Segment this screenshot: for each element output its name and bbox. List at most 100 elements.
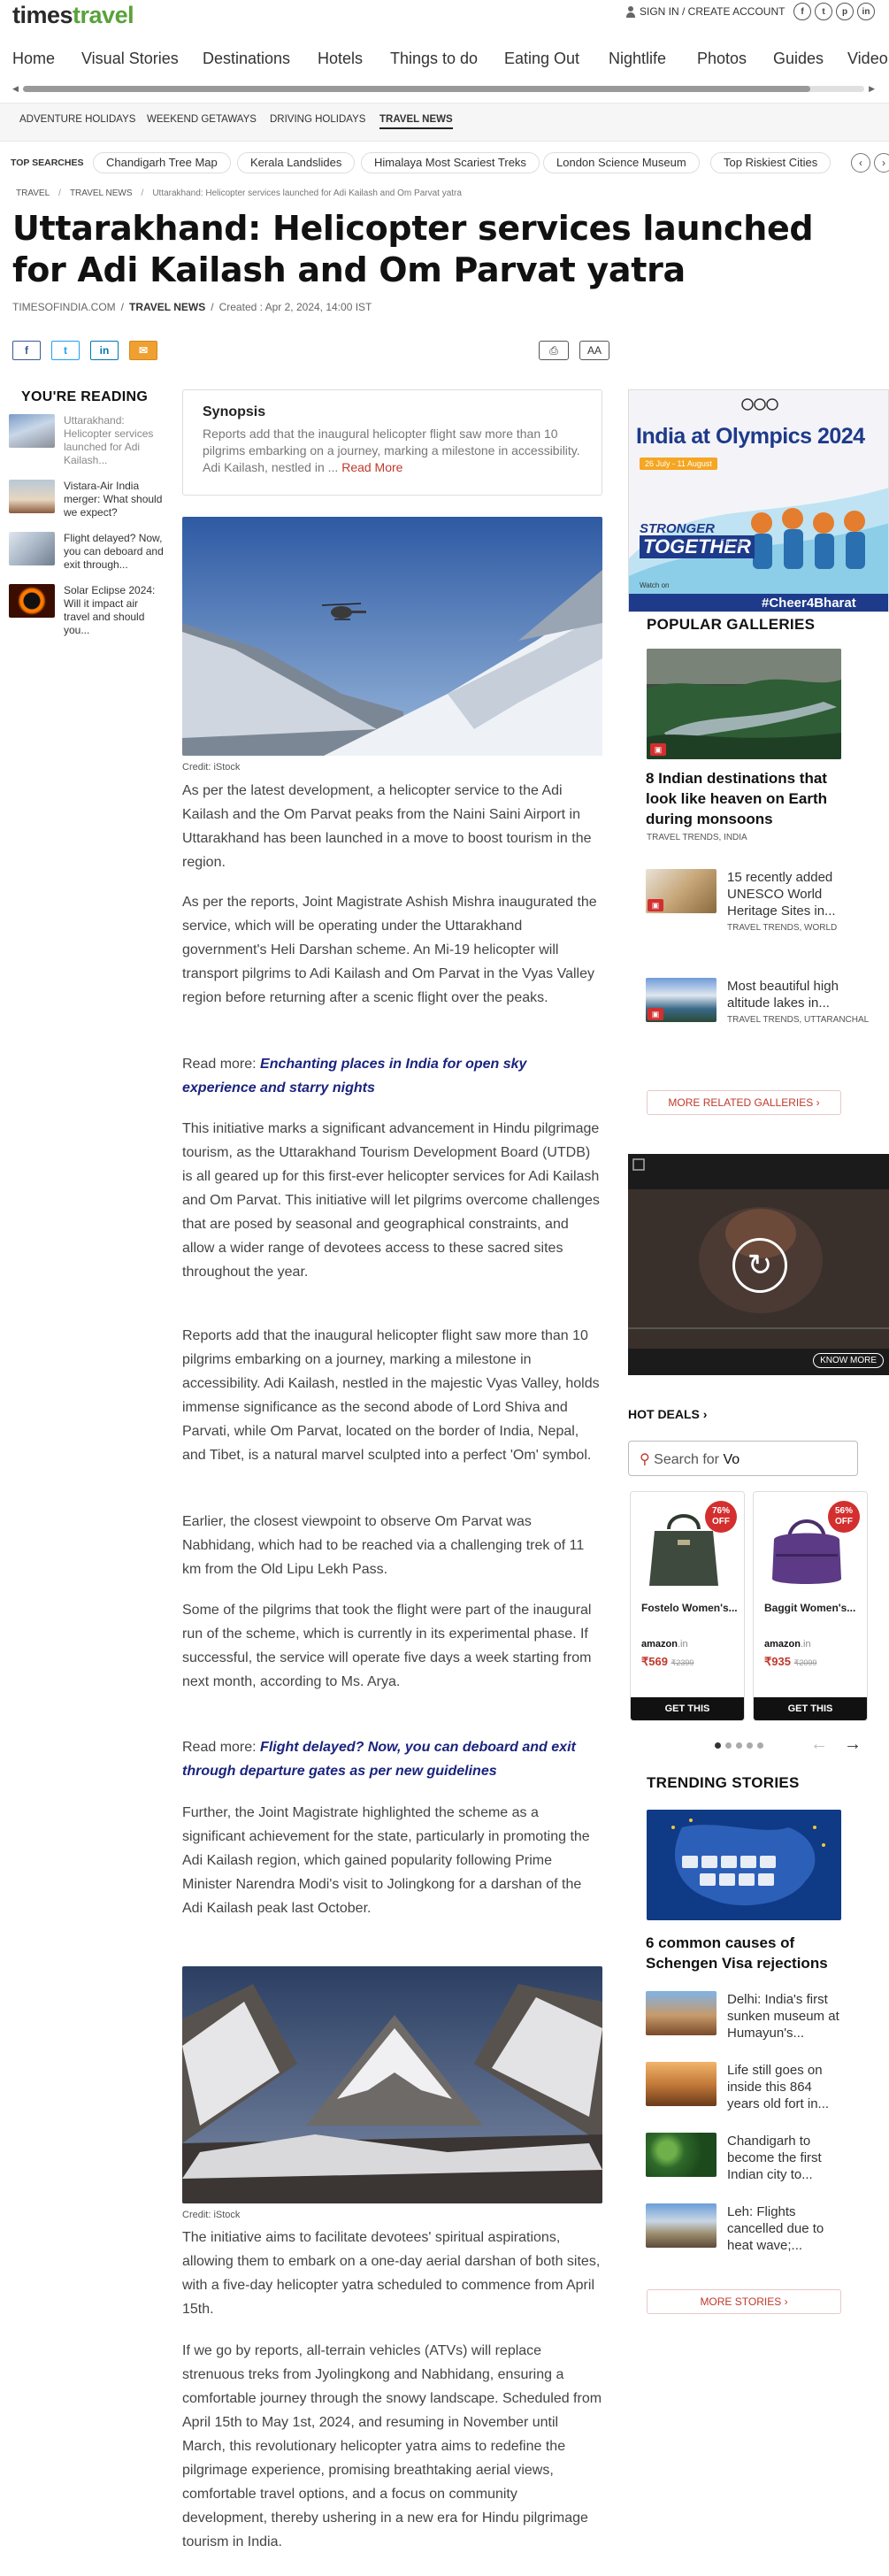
read-more-2: Read more: Flight delayed? Now, you can … — [182, 1735, 602, 1783]
gallery-thumbnail: ▣ — [646, 978, 717, 1022]
hot-deals-title[interactable]: HOT DEALS › — [628, 1407, 707, 1421]
pinterest-icon[interactable]: p — [836, 3, 854, 20]
twitter-share-icon[interactable]: t — [51, 341, 80, 360]
know-more-button[interactable]: KNOW MORE — [813, 1353, 884, 1368]
scroll-right-icon[interactable]: ▶ — [869, 84, 875, 94]
carousel-dot[interactable] — [757, 1742, 763, 1749]
article-tools: ⎙ AA — [539, 341, 609, 360]
chevron-right-icon[interactable]: › — [874, 153, 889, 173]
arrow-left-icon[interactable]: ← — [810, 1734, 828, 1755]
deal-price: ₹569 — [641, 1655, 668, 1668]
nav-item-video[interactable]: Video — [847, 50, 888, 68]
scroll-left-icon[interactable]: ◀ — [12, 84, 19, 94]
gallery-big-title[interactable]: 8 Indian destinations that look like hea… — [646, 768, 845, 829]
social-links: f t p in — [793, 3, 875, 20]
page-title: Uttarakhand: Helicopter services launche… — [12, 209, 814, 289]
nav-item-guides[interactable]: Guides — [773, 50, 824, 68]
reading-item-title: Uttarakhand: Helicopter services launche… — [64, 414, 154, 466]
olympics-hashtag-small: #Tiranga — [717, 539, 746, 547]
facebook-icon[interactable]: f — [793, 3, 811, 20]
olympics-ad[interactable]: India at Olympics 2024 26 July - 11 Augu… — [628, 389, 889, 612]
twitter-icon[interactable]: t — [815, 3, 832, 20]
gallery-big-image[interactable]: ▣ — [647, 649, 841, 759]
search-chip[interactable]: Himalaya Most Scariest Treks — [361, 152, 540, 173]
trending-item[interactable]: Leh: Flights cancelled due to heat wave;… — [646, 2203, 847, 2254]
reading-item[interactable]: Vistara-Air India merger: What should we… — [9, 480, 164, 519]
trending-thumbnail — [646, 2062, 717, 2106]
search-chip[interactable]: Top Riskiest Cities — [710, 152, 832, 173]
linkedin-share-icon[interactable]: in — [90, 341, 119, 360]
nav-item-eating-out[interactable]: Eating Out — [504, 50, 579, 68]
search-chip[interactable]: London Science Museum — [543, 152, 700, 173]
trending-big-title[interactable]: 6 common causes of Schengen Visa rejecti… — [646, 1933, 845, 1973]
carousel-dot[interactable] — [715, 1742, 721, 1749]
trending-item[interactable]: Life still goes on inside this 864 years… — [646, 2062, 847, 2112]
deal-price-row: ₹569 ₹2399 — [641, 1655, 694, 1669]
subnav-weekend-getaways[interactable]: WEEKEND GETAWAYS — [147, 114, 257, 125]
trending-item[interactable]: Chandigarh to become the first Indian ci… — [646, 2133, 847, 2183]
reading-item[interactable]: Solar Eclipse 2024: Will it impact air t… — [9, 584, 164, 637]
deals-search-input[interactable]: ⚲ Search for Vo — [628, 1441, 858, 1476]
discount-badge: 56% OFF — [828, 1501, 860, 1533]
facebook-share-icon[interactable]: f — [12, 341, 41, 360]
replay-icon[interactable]: ↻ — [732, 1238, 787, 1293]
deals-search-prefix: Search for — [654, 1452, 724, 1467]
arrow-right-icon[interactable]: → — [844, 1734, 862, 1755]
trending-big-image[interactable] — [647, 1810, 841, 1920]
synopsis-read-more-link[interactable]: Read More — [341, 460, 402, 474]
synopsis-title: Synopsis — [203, 404, 266, 419]
nav-item-destinations[interactable]: Destinations — [203, 50, 290, 68]
deal-card[interactable]: 56% OFF Baggit Women's... amazon.in ₹935 … — [753, 1491, 868, 1721]
linkedin-icon[interactable]: in — [857, 3, 875, 20]
subnav-travel-news[interactable]: TRAVEL NEWS — [379, 114, 453, 129]
search-chip[interactable]: Chandigarh Tree Map — [93, 152, 231, 173]
nav-item-visual-stories[interactable]: Visual Stories — [81, 50, 179, 68]
search-icon: ⚲ — [640, 1452, 650, 1467]
gallery-item[interactable]: ▣ 15 recently added UNESCO World Heritag… — [646, 869, 847, 934]
video-ad[interactable]: ↻ KNOW MORE — [628, 1154, 889, 1375]
synopsis-text: Reports add that the inaugural helicopte… — [203, 426, 582, 476]
get-this-button[interactable]: GET THIS — [754, 1697, 867, 1720]
carousel-dot[interactable] — [725, 1742, 732, 1749]
deal-price-row: ₹935 ₹2099 — [764, 1655, 816, 1669]
share-bar: f t in ✉ — [12, 341, 157, 360]
more-galleries-button[interactable]: MORE RELATED GALLERIES › — [647, 1090, 841, 1115]
get-this-button[interactable]: GET THIS — [631, 1697, 744, 1720]
trending-thumbnail — [646, 2203, 717, 2248]
chevron-left-icon[interactable]: ‹ — [851, 153, 870, 173]
article-category[interactable]: TRAVEL NEWS — [129, 301, 205, 313]
deal-card[interactable]: 76% OFF Fostelo Women's... amazon.in ₹569… — [630, 1491, 745, 1721]
subnav-driving-holidays[interactable]: DRIVING HOLIDAYS — [270, 114, 365, 125]
print-icon[interactable]: ⎙ — [539, 341, 569, 360]
scroll-thumb[interactable] — [23, 86, 810, 92]
reading-item[interactable]: Flight delayed? Now, you can deboard and… — [9, 532, 164, 572]
breadcrumb-travel-news[interactable]: TRAVEL NEWS — [70, 188, 133, 198]
email-share-icon[interactable]: ✉ — [129, 341, 157, 360]
nav-item-home[interactable]: Home — [12, 50, 55, 68]
nav-item-photos[interactable]: Photos — [697, 50, 747, 68]
trending-item-title: Life still goes on inside this 864 years… — [727, 2063, 830, 2111]
deal-store: amazon — [764, 1639, 801, 1649]
sign-in-link[interactable]: SIGN IN / CREATE ACCOUNT — [625, 5, 785, 18]
image-credit: Credit: iStock — [182, 762, 241, 773]
font-size-icon[interactable]: AA — [579, 341, 609, 360]
gallery-big-tag[interactable]: TRAVEL TRENDS, INDIA — [647, 832, 747, 844]
trending-item[interactable]: Delhi: India's first sunken museum at Hu… — [646, 1991, 847, 2042]
nav-item-hotels[interactable]: Hotels — [318, 50, 363, 68]
olympics-watch-on: Watch on — [640, 581, 670, 589]
search-chip[interactable]: Kerala Landslides — [237, 152, 356, 173]
nav-item-nightlife[interactable]: Nightlife — [609, 50, 666, 68]
article-source[interactable]: TIMESOFINDIA.COM — [12, 301, 116, 313]
nav-scrollbar[interactable]: ◀ ▶ — [12, 84, 875, 94]
carousel-dot[interactable] — [747, 1742, 753, 1749]
reading-item[interactable]: Uttarakhand: Helicopter services launche… — [9, 414, 164, 467]
carousel-dots — [715, 1742, 763, 1749]
gallery-item[interactable]: ▣ Most beautiful high altitude lakes in.… — [646, 978, 869, 1027]
olympics-hashtag: #Cheer4Bharat — [762, 596, 856, 611]
breadcrumb-travel[interactable]: TRAVEL — [16, 188, 50, 198]
nav-item-things-to-do[interactable]: Things to do — [390, 50, 478, 68]
more-stories-button[interactable]: MORE STORIES › — [647, 2289, 841, 2314]
site-logo[interactable]: timestravel — [12, 2, 134, 29]
carousel-dot[interactable] — [736, 1742, 742, 1749]
subnav-adventure-holidays[interactable]: ADVENTURE HOLIDAYS — [19, 114, 135, 125]
